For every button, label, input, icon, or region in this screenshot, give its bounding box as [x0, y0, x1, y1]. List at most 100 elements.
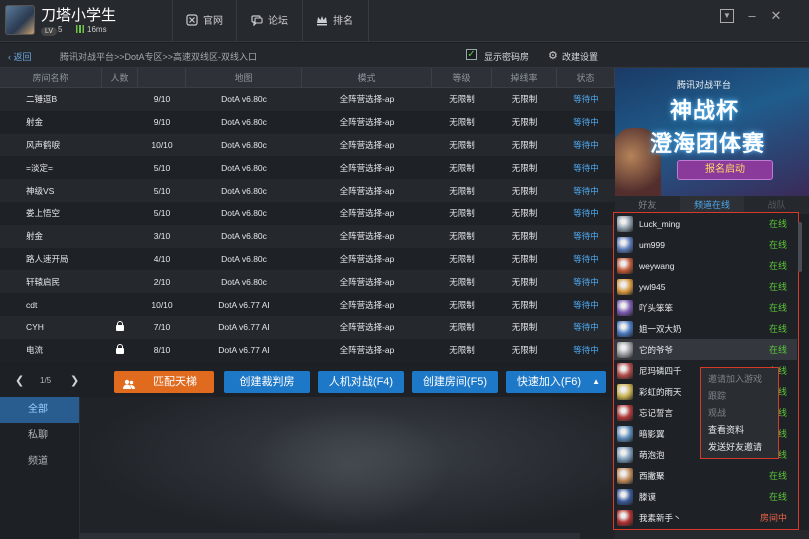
mode: 全阵营选择-ap [339, 322, 395, 333]
friend-avatar [617, 278, 633, 295]
friend-avatar [617, 257, 633, 274]
table-row[interactable]: 射金 3/10 DotA v6.80c 全阵营选择-ap 无限制 无限制 等待中 [0, 224, 615, 248]
nav-label: 官网 [203, 16, 223, 27]
players: 5/10 [153, 208, 171, 219]
room-name: 风声鹤唳 [26, 139, 61, 150]
friend-list-item[interactable]: weywang 在线 [614, 255, 797, 276]
chat-tab-private[interactable]: 私聊 [0, 423, 79, 449]
table-row[interactable]: 轩辕启民 2/10 DotA v6.80c 全阵营选择-ap 无限制 无限制 等待中 [0, 270, 615, 294]
lock-cell [102, 321, 138, 333]
players: 4/10 [153, 253, 171, 264]
mode: 全阵营选择-ap [339, 231, 395, 242]
friend-list-item[interactable]: um999 在线 [614, 234, 797, 255]
friend-avatar [617, 299, 633, 316]
menu-dropdown-icon[interactable]: ▼ [720, 9, 734, 23]
col-room-name[interactable]: 房间名称 [0, 68, 102, 87]
table-row[interactable]: 娄上悟空 5/10 DotA v6.80c 全阵营选择-ap 无限制 无限制 等待中 [0, 201, 615, 225]
col-drop-rate[interactable]: 掉线率 [492, 68, 557, 87]
context-menu-item[interactable]: 跟踪 [701, 388, 778, 405]
friend-list-item[interactable]: 滕谟 在线 [614, 486, 797, 507]
nav-label: 排名 [333, 16, 353, 27]
friend-status: 在线 [768, 219, 787, 229]
friend-name: 吖头笨笨 [639, 302, 674, 313]
col-mode[interactable]: 模式 [302, 68, 432, 87]
divider [172, 0, 173, 42]
friend-status: 在线 [768, 345, 787, 355]
friend-list-item[interactable]: ywl945 在线 [614, 276, 797, 297]
caret-up-icon[interactable]: ▲ [592, 371, 600, 393]
banner-signup-button[interactable]: 报名启动 [677, 160, 773, 180]
friend-list-item[interactable]: 它的爷爷 在线 [614, 339, 797, 360]
user-avatar[interactable] [5, 5, 35, 35]
friend-avatar [617, 467, 633, 484]
level-limit: 无限制 [449, 94, 475, 105]
key-settings-link[interactable]: 改建设置 [562, 50, 598, 63]
drop-rate: 无限制 [511, 185, 538, 196]
next-page-button[interactable]: ❯ [70, 374, 79, 387]
col-players[interactable]: 人数 [102, 68, 138, 87]
show-password-rooms-label: 显示密码房 [484, 52, 530, 62]
friend-panel-footer [615, 530, 809, 539]
create-referee-room-button[interactable]: 创建裁判房 [224, 371, 310, 393]
context-menu: 邀请加入游戏 跟踪 观战 查看资料 发送好友邀请 [700, 367, 779, 459]
map: DotA v6.80c [221, 139, 267, 150]
create-room-button[interactable]: 创建房间(F5) [412, 371, 498, 393]
chat-tab-all[interactable]: 全部 [0, 397, 79, 423]
friend-avatar [617, 383, 633, 400]
nav-forum[interactable]: 论坛 [251, 12, 288, 27]
friend-list-item[interactable]: 我素新手丶 房间中 [614, 507, 797, 528]
promo-banner[interactable]: 腾讯对战平台 神战杯 澄海团体赛 报名启动 [615, 68, 809, 196]
banner-title: 神战杯 [670, 98, 740, 123]
col-map[interactable]: 地图 [186, 68, 302, 87]
table-row[interactable]: 射金 9/10 DotA v6.80c 全阵营选择-ap 无限制 无限制 等待中 [0, 110, 615, 134]
back-link[interactable]: ‹ 返回 [8, 50, 32, 63]
friend-list-item[interactable]: 姐一双大奶 在线 [614, 318, 797, 339]
friend-list-item[interactable]: 西撇聚 在线 [614, 465, 797, 486]
table-row[interactable]: 电流 8/10 DotA v6.77 AI 全阵营选择-ap 无限制 无限制 等待中 [0, 338, 615, 362]
col-level[interactable]: 等级 [432, 68, 492, 87]
level-limit: 无限制 [449, 322, 475, 333]
context-menu-item[interactable]: 观战 [701, 405, 778, 422]
friend-list-item[interactable]: 吖头笨笨 在线 [614, 297, 797, 318]
table-row[interactable]: 二锤逗B 9/10 DotA v6.80c 全阵营选择-ap 无限制 无限制 等待中 [0, 88, 615, 111]
users-icon [123, 376, 135, 389]
friend-avatar [617, 488, 633, 505]
map: DotA v6.77 AI [218, 345, 270, 356]
prev-page-button[interactable]: ❮ [15, 374, 24, 387]
table-row[interactable]: 风声鹤唳 10/10 DotA v6.80c 全阵营选择-ap 无限制 无限制 等待中 [0, 133, 615, 157]
breadcrumb: 腾讯对战平台>>DotA专区>>高速双线区-双线入口 [60, 52, 258, 62]
ai-battle-button[interactable]: 人机对战(F4) [318, 371, 404, 393]
table-row[interactable]: cdt 10/10 DotA v6.77 AI 全阵营选择-ap 无限制 无限制 等待中 [0, 293, 615, 316]
map: DotA v6.80c [221, 231, 267, 242]
ladder-match-button[interactable]: 匹配天梯 [114, 371, 214, 393]
friend-name: 我素新手丶 [639, 512, 682, 523]
chat-message-area[interactable] [80, 397, 615, 539]
table-row[interactable]: 路人速开局 4/10 DotA v6.80c 全阵营选择-ap 无限制 无限制 等待中 [0, 247, 615, 271]
table-row[interactable]: 神级VS 5/10 DotA v6.80c 全阵营选择-ap 无限制 无限制 等待中 [0, 179, 615, 202]
chat-input[interactable] [80, 533, 580, 539]
nav-official-site[interactable]: 官网 [186, 12, 223, 27]
level-limit: 无限制 [449, 345, 475, 356]
context-menu-item[interactable]: 查看资料 [701, 422, 778, 439]
room-status: 等待中 [573, 322, 599, 333]
mode: 全阵营选择-ap [339, 253, 395, 264]
table-row[interactable]: CYH 7/10 DotA v6.77 AI 全阵营选择-ap 无限制 无限制 等待中 [0, 315, 615, 339]
friend-avatar [617, 446, 633, 463]
show-password-rooms-checkbox[interactable]: ✓ [466, 49, 477, 60]
gear-icon[interactable]: ⚙ [548, 49, 558, 62]
table-row[interactable]: =淡定= 5/10 DotA v6.80c 全阵营选择-ap 无限制 无限制 等待中 [0, 156, 615, 180]
context-menu-item[interactable]: 发送好友邀请 [701, 439, 778, 456]
nav-ranking[interactable]: 排名 [316, 12, 353, 27]
minimize-icon[interactable]: – [745, 9, 759, 23]
close-icon[interactable]: ✕ [769, 9, 783, 23]
room-name: 射金 [26, 117, 44, 128]
quick-join-button[interactable]: 快速加入(F6) ▲ [506, 371, 606, 393]
context-menu-item[interactable]: 邀请加入游戏 [701, 371, 778, 388]
players: 5/10 [153, 162, 171, 173]
friend-list-scrollbar[interactable] [798, 222, 802, 272]
friend-status: 在线 [768, 303, 787, 313]
room-status: 等待中 [573, 276, 599, 287]
col-status[interactable]: 状态 [557, 68, 615, 87]
chat-tab-channel[interactable]: 频道 [0, 449, 79, 475]
friend-list-item[interactable]: Luck_ming 在线 [614, 213, 797, 234]
